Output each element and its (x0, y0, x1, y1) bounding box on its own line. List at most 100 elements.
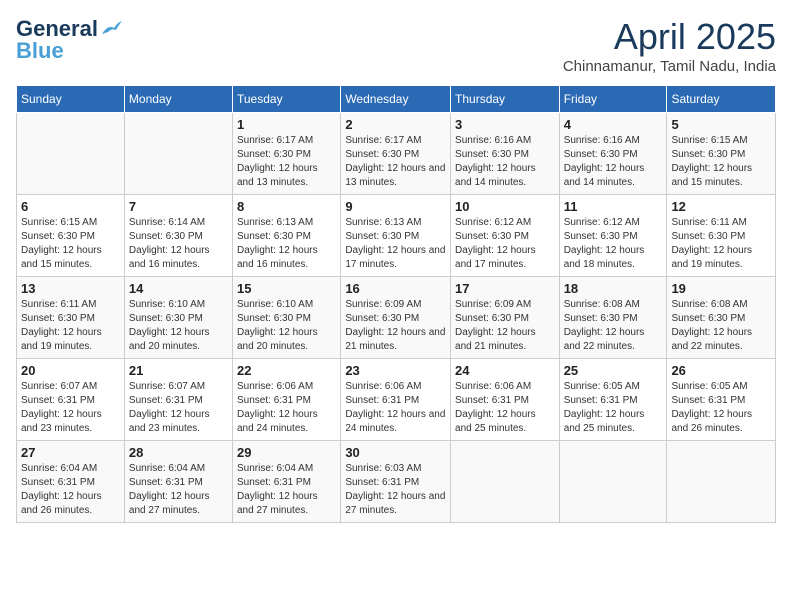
day-info: Sunrise: 6:11 AMSunset: 6:30 PMDaylight:… (21, 298, 120, 354)
day-info: Sunrise: 6:10 AMSunset: 6:30 PMDaylight:… (237, 298, 336, 354)
day-info: Sunrise: 6:09 AMSunset: 6:30 PMDaylight:… (345, 298, 446, 354)
day-number: 20 (21, 363, 120, 378)
calendar-body: 1 Sunrise: 6:17 AMSunset: 6:30 PMDaylight… (17, 113, 776, 523)
day-number: 10 (455, 199, 555, 214)
title-section: April 2025 Chinnamanur, Tamil Nadu, Indi… (563, 16, 776, 75)
day-info: Sunrise: 6:12 AMSunset: 6:30 PMDaylight:… (455, 216, 555, 272)
calendar-cell: 28 Sunrise: 6:04 AMSunset: 6:31 PMDayligh… (124, 441, 232, 523)
day-number: 1 (237, 117, 336, 132)
day-info: Sunrise: 6:09 AMSunset: 6:30 PMDaylight:… (455, 298, 555, 354)
day-number: 25 (564, 363, 663, 378)
calendar-cell: 10 Sunrise: 6:12 AMSunset: 6:30 PMDayligh… (451, 195, 560, 277)
day-number: 19 (671, 281, 771, 296)
calendar-cell: 7Sunrise: 6:14 AMSunset: 6:30 PMDaylight… (124, 195, 232, 277)
day-number: 5 (671, 117, 771, 132)
day-number: 3 (455, 117, 555, 132)
logo-bird-icon (100, 20, 122, 38)
calendar-cell: 9 Sunrise: 6:13 AMSunset: 6:30 PMDaylight… (341, 195, 451, 277)
day-number: 15 (237, 281, 336, 296)
day-info: Sunrise: 6:08 AMSunset: 6:30 PMDaylight:… (564, 298, 663, 354)
calendar-cell: 6Sunrise: 6:15 AMSunset: 6:30 PMDaylight… (17, 195, 125, 277)
calendar-cell: 18 Sunrise: 6:08 AMSunset: 6:30 PMDayligh… (559, 277, 667, 359)
calendar-cell (451, 441, 560, 523)
day-number: 18 (564, 281, 663, 296)
column-header-wednesday: Wednesday (341, 86, 451, 113)
calendar-cell (17, 113, 125, 195)
calendar-cell: 21Sunrise: 6:07 AMSunset: 6:31 PMDayligh… (124, 359, 232, 441)
calendar-cell: 24Sunrise: 6:06 AMSunset: 6:31 PMDayligh… (451, 359, 560, 441)
day-number: 2 (345, 117, 446, 132)
day-number: 28 (129, 445, 228, 460)
day-info: Sunrise: 6:06 AMSunset: 6:31 PMDaylight:… (345, 380, 446, 436)
calendar-cell (559, 441, 667, 523)
calendar-week-2: 6Sunrise: 6:15 AMSunset: 6:30 PMDaylight… (17, 195, 776, 277)
day-info: Sunrise: 6:07 AMSunset: 6:31 PMDaylight:… (129, 380, 228, 436)
day-number: 23 (345, 363, 446, 378)
day-number: 17 (455, 281, 555, 296)
day-info: Sunrise: 6:10 AMSunset: 6:30 PMDaylight:… (129, 298, 228, 354)
calendar-cell: 4Sunrise: 6:16 AMSunset: 6:30 PMDaylight… (559, 113, 667, 195)
day-info: Sunrise: 6:13 AMSunset: 6:30 PMDaylight:… (345, 216, 446, 272)
calendar-cell: 15 Sunrise: 6:10 AMSunset: 6:30 PMDayligh… (233, 277, 341, 359)
calendar-cell: 8 Sunrise: 6:13 AMSunset: 6:30 PMDaylight… (233, 195, 341, 277)
day-info: Sunrise: 6:04 AMSunset: 6:31 PMDaylight:… (237, 462, 336, 518)
calendar-cell: 22 Sunrise: 6:06 AMSunset: 6:31 PMDayligh… (233, 359, 341, 441)
calendar-cell: 1 Sunrise: 6:17 AMSunset: 6:30 PMDaylight… (233, 113, 341, 195)
day-info: Sunrise: 6:13 AMSunset: 6:30 PMDaylight:… (237, 216, 336, 272)
day-info: Sunrise: 6:15 AMSunset: 6:30 PMDaylight:… (21, 216, 120, 272)
day-number: 30 (345, 445, 446, 460)
logo: General Blue (16, 16, 122, 64)
calendar-cell: 12Sunrise: 6:11 AMSunset: 6:30 PMDayligh… (667, 195, 776, 277)
column-header-tuesday: Tuesday (233, 86, 341, 113)
calendar-cell: 27 Sunrise: 6:04 AMSunset: 6:31 PMDayligh… (17, 441, 125, 523)
column-header-monday: Monday (124, 86, 232, 113)
day-number: 8 (237, 199, 336, 214)
calendar-cell: 5 Sunrise: 6:15 AMSunset: 6:30 PMDaylight… (667, 113, 776, 195)
day-info: Sunrise: 6:06 AMSunset: 6:31 PMDaylight:… (237, 380, 336, 436)
calendar-cell: 3 Sunrise: 6:16 AMSunset: 6:30 PMDaylight… (451, 113, 560, 195)
calendar-cell: 16 Sunrise: 6:09 AMSunset: 6:30 PMDayligh… (341, 277, 451, 359)
day-number: 9 (345, 199, 446, 214)
day-info: Sunrise: 6:15 AMSunset: 6:30 PMDaylight:… (671, 134, 771, 190)
day-info: Sunrise: 6:14 AMSunset: 6:30 PMDaylight:… (129, 216, 228, 272)
page-header: General Blue April 2025 Chinnamanur, Tam… (16, 16, 776, 75)
day-info: Sunrise: 6:04 AMSunset: 6:31 PMDaylight:… (129, 462, 228, 518)
calendar-cell: 2 Sunrise: 6:17 AMSunset: 6:30 PMDaylight… (341, 113, 451, 195)
day-info: Sunrise: 6:07 AMSunset: 6:31 PMDaylight:… (21, 380, 120, 436)
calendar-cell: 23 Sunrise: 6:06 AMSunset: 6:31 PMDayligh… (341, 359, 451, 441)
column-header-friday: Friday (559, 86, 667, 113)
calendar-week-1: 1 Sunrise: 6:17 AMSunset: 6:30 PMDaylight… (17, 113, 776, 195)
day-info: Sunrise: 6:17 AMSunset: 6:30 PMDaylight:… (345, 134, 446, 190)
day-info: Sunrise: 6:17 AMSunset: 6:30 PMDaylight:… (237, 134, 336, 190)
calendar-cell: 26Sunrise: 6:05 AMSunset: 6:31 PMDayligh… (667, 359, 776, 441)
calendar-week-4: 20 Sunrise: 6:07 AMSunset: 6:31 PMDayligh… (17, 359, 776, 441)
calendar-cell: 29 Sunrise: 6:04 AMSunset: 6:31 PMDayligh… (233, 441, 341, 523)
day-info: Sunrise: 6:03 AMSunset: 6:31 PMDaylight:… (345, 462, 446, 518)
calendar-cell: 20 Sunrise: 6:07 AMSunset: 6:31 PMDayligh… (17, 359, 125, 441)
calendar-cell: 17 Sunrise: 6:09 AMSunset: 6:30 PMDayligh… (451, 277, 560, 359)
calendar-cell: 14Sunrise: 6:10 AMSunset: 6:30 PMDayligh… (124, 277, 232, 359)
day-info: Sunrise: 6:08 AMSunset: 6:30 PMDaylight:… (671, 298, 771, 354)
day-number: 29 (237, 445, 336, 460)
day-number: 22 (237, 363, 336, 378)
column-header-thursday: Thursday (451, 86, 560, 113)
calendar-cell (667, 441, 776, 523)
day-info: Sunrise: 6:06 AMSunset: 6:31 PMDaylight:… (455, 380, 555, 436)
calendar-cell (124, 113, 232, 195)
calendar-cell: 13 Sunrise: 6:11 AMSunset: 6:30 PMDayligh… (17, 277, 125, 359)
day-number: 27 (21, 445, 120, 460)
calendar-cell: 30 Sunrise: 6:03 AMSunset: 6:31 PMDayligh… (341, 441, 451, 523)
day-number: 4 (564, 117, 663, 132)
day-number: 13 (21, 281, 120, 296)
calendar-table: SundayMondayTuesdayWednesdayThursdayFrid… (16, 85, 776, 523)
day-number: 16 (345, 281, 446, 296)
day-info: Sunrise: 6:16 AMSunset: 6:30 PMDaylight:… (455, 134, 555, 190)
calendar-cell: 11 Sunrise: 6:12 AMSunset: 6:30 PMDayligh… (559, 195, 667, 277)
calendar-header-row: SundayMondayTuesdayWednesdayThursdayFrid… (17, 86, 776, 113)
day-info: Sunrise: 6:05 AMSunset: 6:31 PMDaylight:… (671, 380, 771, 436)
calendar-week-3: 13 Sunrise: 6:11 AMSunset: 6:30 PMDayligh… (17, 277, 776, 359)
day-info: Sunrise: 6:12 AMSunset: 6:30 PMDaylight:… (564, 216, 663, 272)
day-number: 11 (564, 199, 663, 214)
month-title: April 2025 (563, 16, 776, 58)
day-info: Sunrise: 6:04 AMSunset: 6:31 PMDaylight:… (21, 462, 120, 518)
